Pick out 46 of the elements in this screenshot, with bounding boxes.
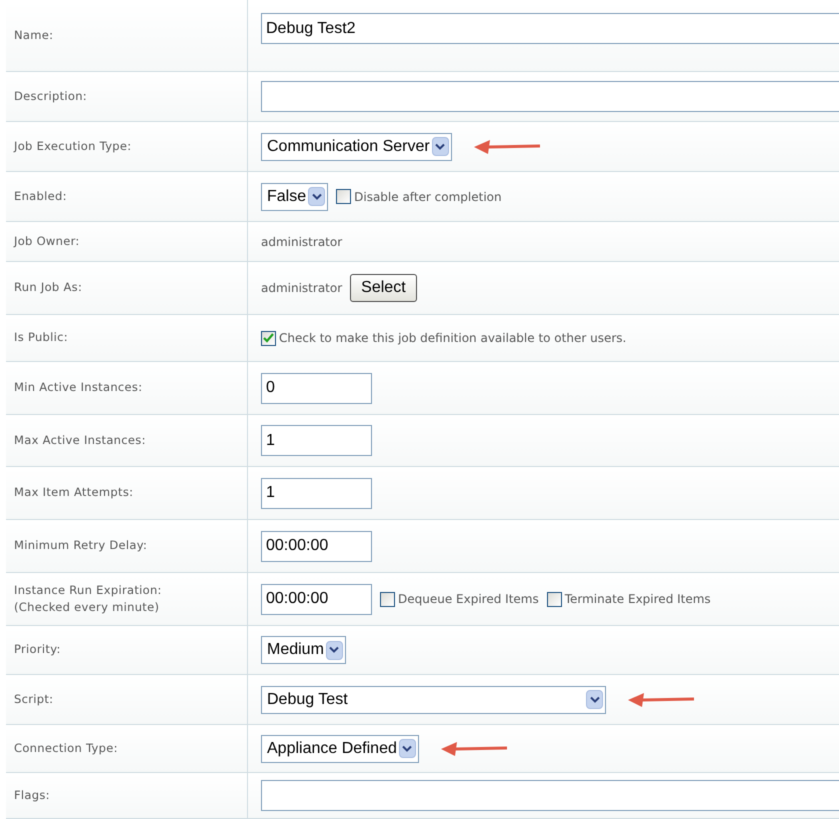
dropdown[interactable]: Debug Test (261, 686, 606, 714)
input-field[interactable] (261, 780, 839, 811)
field-label: Connection Type: (14, 740, 119, 757)
value-text: administrator (261, 280, 342, 297)
dropdown[interactable]: Appliance Defined (261, 734, 419, 762)
checkbox-label: Terminate Expired Items (564, 591, 711, 608)
field-label: Job Owner: (14, 232, 81, 250)
field-label: Min Active Instances: (14, 379, 144, 396)
field-label: Max Item Attempts: (14, 484, 134, 502)
field-label: Script: (14, 690, 54, 708)
field-label: Minimum Retry Delay: (14, 537, 148, 554)
field-label: Enabled: (14, 188, 68, 205)
input-field[interactable]: 0 (261, 372, 372, 404)
field-note: (Checked every minute) (14, 599, 160, 616)
dropdown-caret-icon (398, 739, 416, 758)
field-label: Name: (14, 26, 54, 44)
select-button[interactable]: Select (350, 274, 417, 302)
field-label: Is Public: (14, 329, 69, 346)
value-text: administrator (261, 234, 342, 250)
dropdown-caret-icon (432, 137, 449, 156)
field-label: Flags: (14, 786, 51, 804)
field-label: Run Job As: (14, 279, 84, 296)
checkbox[interactable] (261, 330, 276, 346)
checkbox[interactable] (380, 592, 395, 606)
dropdown-caret-icon (586, 690, 603, 709)
input-field[interactable]: Debug Test2 (261, 13, 839, 44)
input-field[interactable]: 1 (261, 425, 372, 456)
checkbox-label: Disable after completion (354, 188, 502, 206)
dropdown[interactable]: False (261, 182, 328, 210)
checkbox-label: Check to make this job definition available to other users. (279, 330, 626, 347)
dropdown-caret-icon (326, 640, 343, 660)
field-label: Priority: (14, 641, 62, 658)
input-field[interactable] (261, 81, 839, 112)
checkbox-label: Dequeue Expired Items (398, 591, 539, 608)
input-field[interactable]: 00:00:00 (261, 530, 372, 562)
dropdown-caret-icon (308, 187, 326, 206)
field-label: Description: (14, 88, 88, 105)
input-field[interactable]: 1 (261, 478, 372, 508)
checkbox[interactable] (546, 592, 562, 606)
dropdown[interactable]: Communication Server (261, 132, 452, 160)
field-label: Max Active Instances: (14, 432, 147, 449)
input-field[interactable]: 00:00:00 (261, 584, 372, 614)
field-label: Instance Run Expiration: (14, 582, 163, 599)
dropdown[interactable]: Medium (261, 636, 346, 664)
checkbox[interactable] (336, 189, 352, 204)
field-label: Job Execution Type: (14, 138, 132, 155)
